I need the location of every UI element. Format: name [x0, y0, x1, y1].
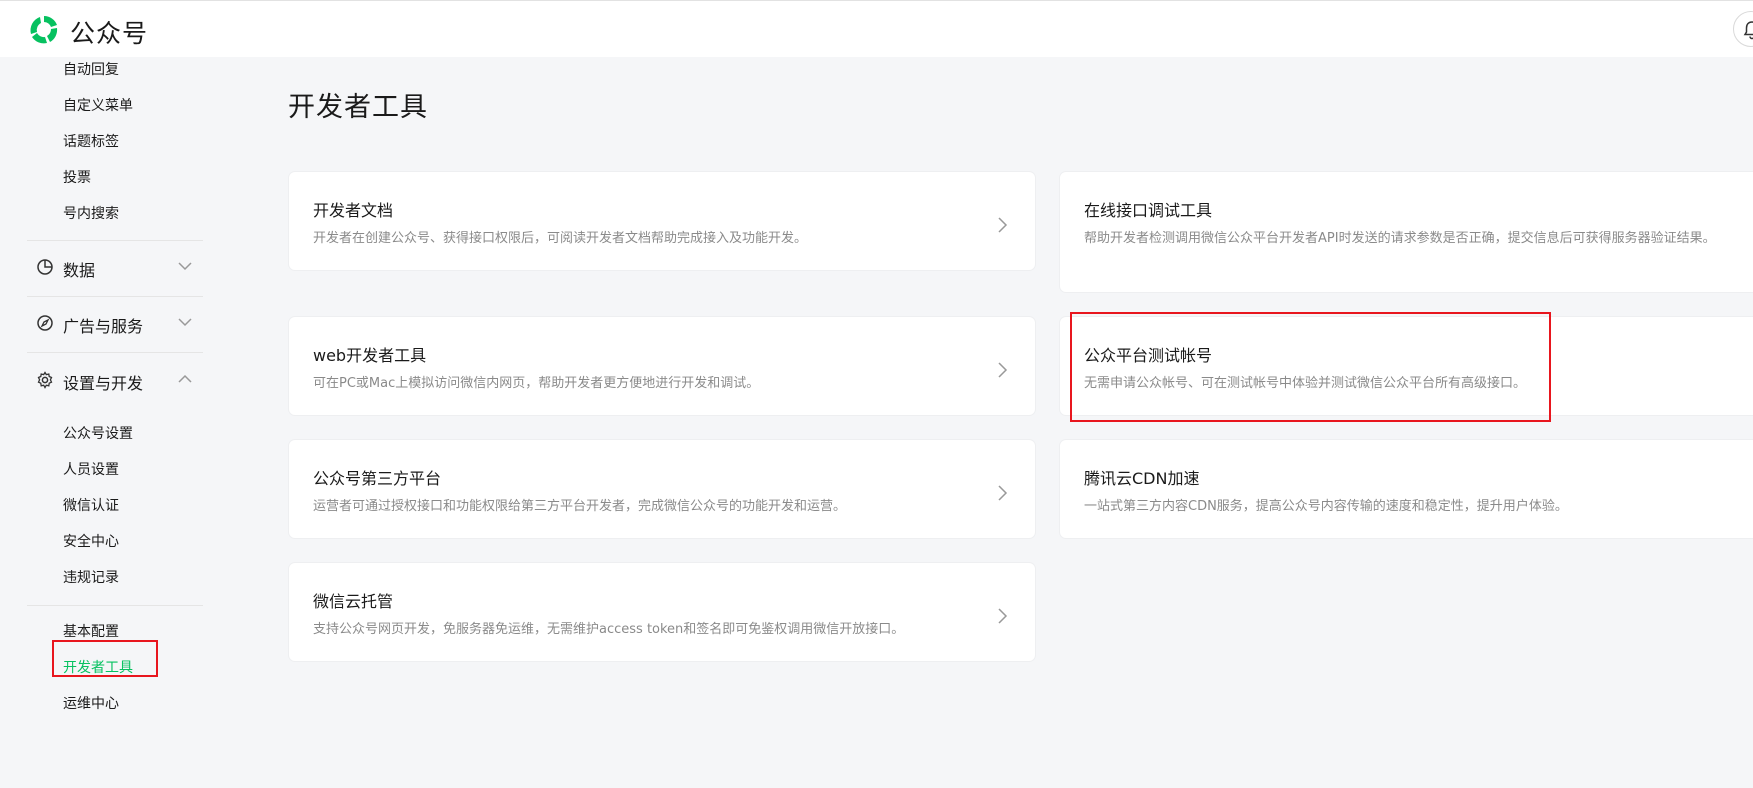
gear-icon: [37, 371, 53, 389]
page-title: 开发者工具: [288, 92, 428, 123]
chevron-down-icon: [178, 262, 192, 271]
sidebar-item-topic-tags[interactable]: 话题标签: [63, 131, 119, 151]
sidebar-item-basic-config[interactable]: 基本配置: [63, 621, 119, 641]
card-title: 公众平台测试帐号: [1084, 346, 1213, 365]
brand-title[interactable]: 公众号: [70, 14, 148, 50]
sidebar-group-label: 设置与开发: [63, 374, 144, 393]
chevron-up-icon: [178, 374, 192, 383]
sidebar-item-dev-tools[interactable]: 开发者工具: [63, 657, 133, 677]
chevron-right-icon: [998, 362, 1008, 378]
card-description: 支持公众号网页开发，免服务器免运维，无需维护access token和签名即可免…: [313, 622, 905, 637]
card-test-account[interactable]: 公众平台测试帐号 无需申请公众帐号、可在测试帐号中体验并测试微信公众平台所有高级…: [1060, 317, 1753, 415]
card-third-party-platform[interactable]: 公众号第三方平台 运营者可通过授权接口和功能权限给第三方平台开发者，完成微信公众…: [289, 440, 1035, 538]
card-api-debug-tool[interactable]: 在线接口调试工具 帮助开发者检测调用微信公众平台开发者API时发送的请求参数是否…: [1060, 172, 1753, 292]
card-title: 腾讯云CDN加速: [1084, 469, 1200, 488]
card-description: 可在PC或Mac上模拟访问微信内网页，帮助开发者更方便地进行开发和调试。: [313, 376, 760, 391]
sidebar-item-custom-menu[interactable]: 自定义菜单: [63, 95, 133, 115]
wechat-mp-logo-icon[interactable]: [27, 13, 61, 47]
sidebar-item-people-settings[interactable]: 人员设置: [63, 459, 119, 479]
card-description: 开发者在创建公众号、获得接口权限后，可阅读开发者文档帮助完成接入及功能开发。: [313, 231, 808, 246]
card-title: 开发者文档: [313, 201, 394, 220]
sidebar-group-label: 数据: [63, 261, 96, 280]
chevron-right-icon: [998, 608, 1008, 624]
chevron-right-icon: [998, 485, 1008, 501]
top-bar: 公众号: [0, 0, 1753, 57]
sidebar-item-search[interactable]: 号内搜索: [63, 203, 119, 223]
card-description: 运营者可通过授权接口和功能权限给第三方平台开发者，完成微信公众号的功能开发和运营…: [313, 499, 847, 514]
sidebar-item-ops-center[interactable]: 运维中心: [63, 693, 119, 713]
sidebar-group-settings-dev[interactable]: 设置与开发: [27, 360, 203, 400]
sidebar: 自动回复 自定义菜单 话题标签 投票 号内搜索 数据 广告与服务 设置与开发 公…: [0, 57, 230, 788]
chevron-right-icon: [998, 217, 1008, 233]
notification-button[interactable]: [1733, 11, 1753, 47]
chart-pie-icon: [37, 259, 53, 275]
sidebar-group-label: 广告与服务: [63, 317, 144, 336]
compass-icon: [37, 315, 53, 331]
sidebar-item-vote[interactable]: 投票: [63, 167, 91, 187]
card-title: web开发者工具: [313, 346, 427, 365]
sidebar-group-data[interactable]: 数据: [27, 247, 203, 287]
card-title: 公众号第三方平台: [313, 469, 442, 488]
card-web-dev-tools[interactable]: web开发者工具 可在PC或Mac上模拟访问微信内网页，帮助开发者更方便地进行开…: [289, 317, 1035, 415]
sidebar-item-violation-records[interactable]: 违规记录: [63, 567, 119, 587]
card-description: 无需申请公众帐号、可在测试帐号中体验并测试微信公众平台所有高级接口。: [1084, 376, 1527, 391]
chevron-down-icon: [178, 318, 192, 327]
card-wechat-cloud-hosting[interactable]: 微信云托管 支持公众号网页开发，免服务器免运维，无需维护access token…: [289, 563, 1035, 661]
sidebar-divider: [27, 605, 203, 606]
card-tencent-cdn[interactable]: 腾讯云CDN加速 一站式第三方内容CDN服务，提高公众号内容传输的速度和稳定性，…: [1060, 440, 1753, 538]
card-dev-docs[interactable]: 开发者文档 开发者在创建公众号、获得接口权限后，可阅读开发者文档帮助完成接入及功…: [289, 172, 1035, 270]
card-description: 帮助开发者检测调用微信公众平台开发者API时发送的请求参数是否正确，提交信息后可…: [1084, 231, 1716, 246]
card-description: 一站式第三方内容CDN服务，提高公众号内容传输的速度和稳定性，提升用户体验。: [1084, 499, 1568, 514]
card-title: 微信云托管: [313, 592, 394, 611]
sidebar-divider: [27, 352, 203, 353]
sidebar-item-verification[interactable]: 微信认证: [63, 495, 119, 515]
sidebar-item-account-settings[interactable]: 公众号设置: [63, 423, 133, 443]
bell-icon: [1743, 21, 1753, 40]
sidebar-divider: [27, 296, 203, 297]
sidebar-divider: [27, 240, 203, 241]
sidebar-item-security-center[interactable]: 安全中心: [63, 531, 119, 551]
sidebar-item-auto-reply[interactable]: 自动回复: [63, 59, 119, 79]
sidebar-group-ads-services[interactable]: 广告与服务: [27, 303, 203, 343]
card-title: 在线接口调试工具: [1084, 201, 1213, 220]
